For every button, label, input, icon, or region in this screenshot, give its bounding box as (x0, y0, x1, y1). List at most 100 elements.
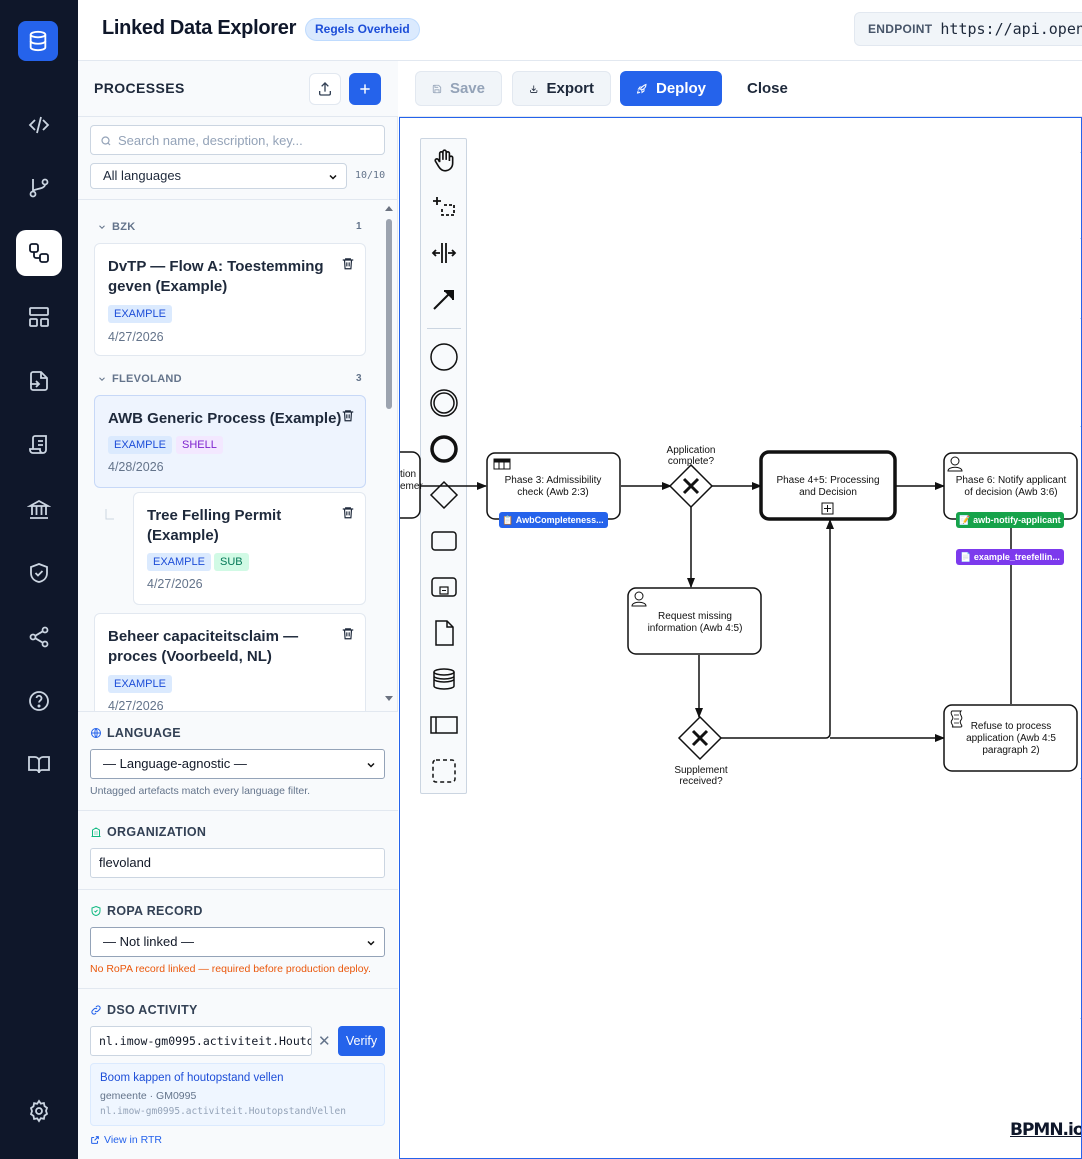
verify-button[interactable]: Verify (338, 1026, 385, 1056)
trash-icon[interactable] (341, 626, 355, 641)
code-icon[interactable] (16, 102, 62, 148)
process-card[interactable]: DvTP — Flow A: Toestemming geven (Example… (94, 243, 366, 356)
database-icon[interactable] (18, 21, 58, 61)
svg-text:Phase 4+5: Processing: Phase 4+5: Processing (776, 475, 879, 486)
svg-text:Phase 3: Admissibility: Phase 3: Admissibility (505, 475, 602, 486)
tag-shell: SHELL (176, 436, 223, 454)
tag-example: EXAMPLE (108, 675, 172, 693)
source-badge: Regels Overheid (305, 18, 420, 41)
svg-text:Phase 6: Notify applicant: Phase 6: Notify applicant (956, 475, 1067, 486)
trash-icon[interactable] (341, 408, 355, 423)
close-button[interactable]: Close (731, 71, 801, 106)
ropa-section: ROPA RECORD — Not linked — No RoPA recor… (78, 889, 398, 988)
ropa-select[interactable]: — Not linked — (90, 927, 385, 957)
search-input[interactable] (118, 126, 378, 154)
language-heading: LANGUAGE (90, 726, 181, 740)
trash-icon[interactable] (341, 256, 355, 271)
globe-icon (91, 728, 101, 738)
add-process-button[interactable] (349, 73, 381, 105)
group-header-bzk[interactable]: BZK 1 (99, 221, 362, 233)
import-icon[interactable] (16, 358, 62, 404)
tag-example: EXAMPLE (147, 553, 211, 571)
endpoint-label: ENDPOINT (868, 22, 933, 36)
help-icon[interactable] (16, 678, 62, 724)
process-card-sub[interactable]: Tree Felling Permit (Example) EXAMPLE SUB… (133, 492, 366, 605)
scroll-up-icon (385, 206, 393, 211)
language-select-value: — Language-agnostic — (103, 756, 247, 771)
script-icon (950, 710, 963, 728)
search-field[interactable] (90, 125, 385, 155)
svg-text:Request missing: Request missing (658, 611, 732, 622)
process-card[interactable]: Beheer capaciteitsclaim — proces (Voorbee… (94, 613, 366, 711)
shield-check-icon[interactable] (16, 550, 62, 596)
dso-section: DSO ACTIVITY nl.imow-gm0995.activiteit.H… (78, 988, 398, 1159)
sidebar-header: PROCESSES (78, 61, 398, 117)
workflow-icon[interactable] (16, 230, 62, 276)
app-title: Linked Data Explorer (102, 17, 297, 39)
bank-icon[interactable] (16, 486, 62, 532)
clear-icon[interactable]: ✕ (318, 1032, 331, 1050)
layout-icon[interactable] (16, 294, 62, 340)
chevron-down-icon (99, 377, 105, 381)
group-name: BZK (112, 221, 136, 233)
language-select[interactable]: — Language-agnostic — (90, 749, 385, 779)
svg-text:and Decision: and Decision (799, 487, 857, 498)
share-icon[interactable] (16, 614, 62, 660)
process-card-selected[interactable]: AWB Generic Process (Example) EXAMPLE SH… (94, 395, 366, 488)
ropa-select-value: — Not linked — (103, 934, 195, 949)
dso-activity-input[interactable]: nl.imow-gm0995.activiteit.Houto (90, 1026, 312, 1056)
ropa-warning: No RoPA record linked — required before … (90, 963, 371, 975)
trash-icon[interactable] (341, 505, 355, 520)
chevron-down-icon (99, 225, 105, 229)
save-button[interactable]: Save (415, 71, 502, 106)
table-icon (493, 458, 511, 470)
svg-text:application (Awb 4:5: application (Awb 4:5 (966, 733, 1056, 744)
gateway-supplement-received[interactable]: Supplement received? (674, 715, 728, 787)
export-button[interactable]: Export (512, 71, 611, 106)
subprocess-phase45[interactable]: Phase 4+5: Processing and Decision (759, 450, 897, 521)
svg-text:check (Awb 2:3): check (Awb 2:3) (517, 487, 589, 498)
book-icon[interactable] (16, 741, 62, 787)
process-date: 4/28/2026 (108, 460, 164, 474)
language-filter-select[interactable]: All languages (90, 163, 347, 189)
task-partial[interactable]: tion emer (400, 451, 423, 519)
gateway-application-complete[interactable]: Application complete? (667, 445, 716, 509)
task-badge: 📋 AwbCompleteness... (502, 514, 603, 525)
dso-heading: DSO ACTIVITY (90, 1003, 198, 1017)
upload-button[interactable] (309, 73, 341, 105)
group-header-flevoland[interactable]: FLEVOLAND 3 (99, 373, 362, 385)
process-date: 4/27/2026 (108, 699, 164, 711)
shield-check-icon (91, 905, 101, 917)
task-request-missing[interactable]: Request missing information (Awb 4:5) (627, 587, 762, 655)
tag-example: EXAMPLE (108, 436, 172, 454)
process-title: AWB Generic Process (Example) (108, 410, 342, 427)
bpmn-io-logo[interactable]: BPMN.io (1010, 1120, 1081, 1140)
endpoint-field[interactable]: ENDPOINT https://api.open-r (854, 12, 1082, 46)
process-list-scrollbar[interactable] (384, 205, 394, 702)
svg-text:Application: Application (667, 445, 716, 456)
group-count: 3 (356, 373, 362, 384)
building-icon (91, 827, 101, 837)
settings-icon[interactable] (16, 1088, 62, 1134)
task-badge: 📄 example_treefellin... (960, 551, 1060, 562)
language-filter-value: All languages (103, 168, 182, 183)
download-icon (530, 84, 538, 93)
upload-icon (319, 82, 331, 96)
task-refuse[interactable]: Refuse to process application (Awb 4:5 p… (943, 704, 1078, 772)
view-in-rtr-link[interactable]: View in RTR (90, 1134, 162, 1146)
scroll-icon[interactable] (16, 422, 62, 468)
organization-input[interactable]: flevoland (90, 848, 385, 878)
process-date: 4/27/2026 (147, 577, 203, 591)
chevron-down-icon (367, 940, 375, 946)
scrollbar-thumb[interactable] (386, 219, 392, 409)
git-branch-icon[interactable] (16, 165, 62, 211)
svg-text:information (Awb 4:5): information (Awb 4:5) (648, 623, 743, 634)
bpmn-canvas[interactable]: tion emer Phase 3: Admissibility check (… (399, 117, 1082, 1159)
group-count: 1 (356, 221, 362, 232)
process-title: DvTP — Flow A: Toestemming geven (Example… (108, 258, 324, 295)
task-phase3[interactable]: Phase 3: Admissibility check (Awb 2:3) 📋… (486, 452, 621, 528)
task-badge: 📝 awb-notify-applicant (959, 514, 1060, 525)
language-hint: Untagged artefacts match every language … (90, 785, 311, 797)
deploy-button[interactable]: Deploy (620, 71, 722, 106)
svg-text:paragraph 2): paragraph 2) (982, 745, 1039, 756)
